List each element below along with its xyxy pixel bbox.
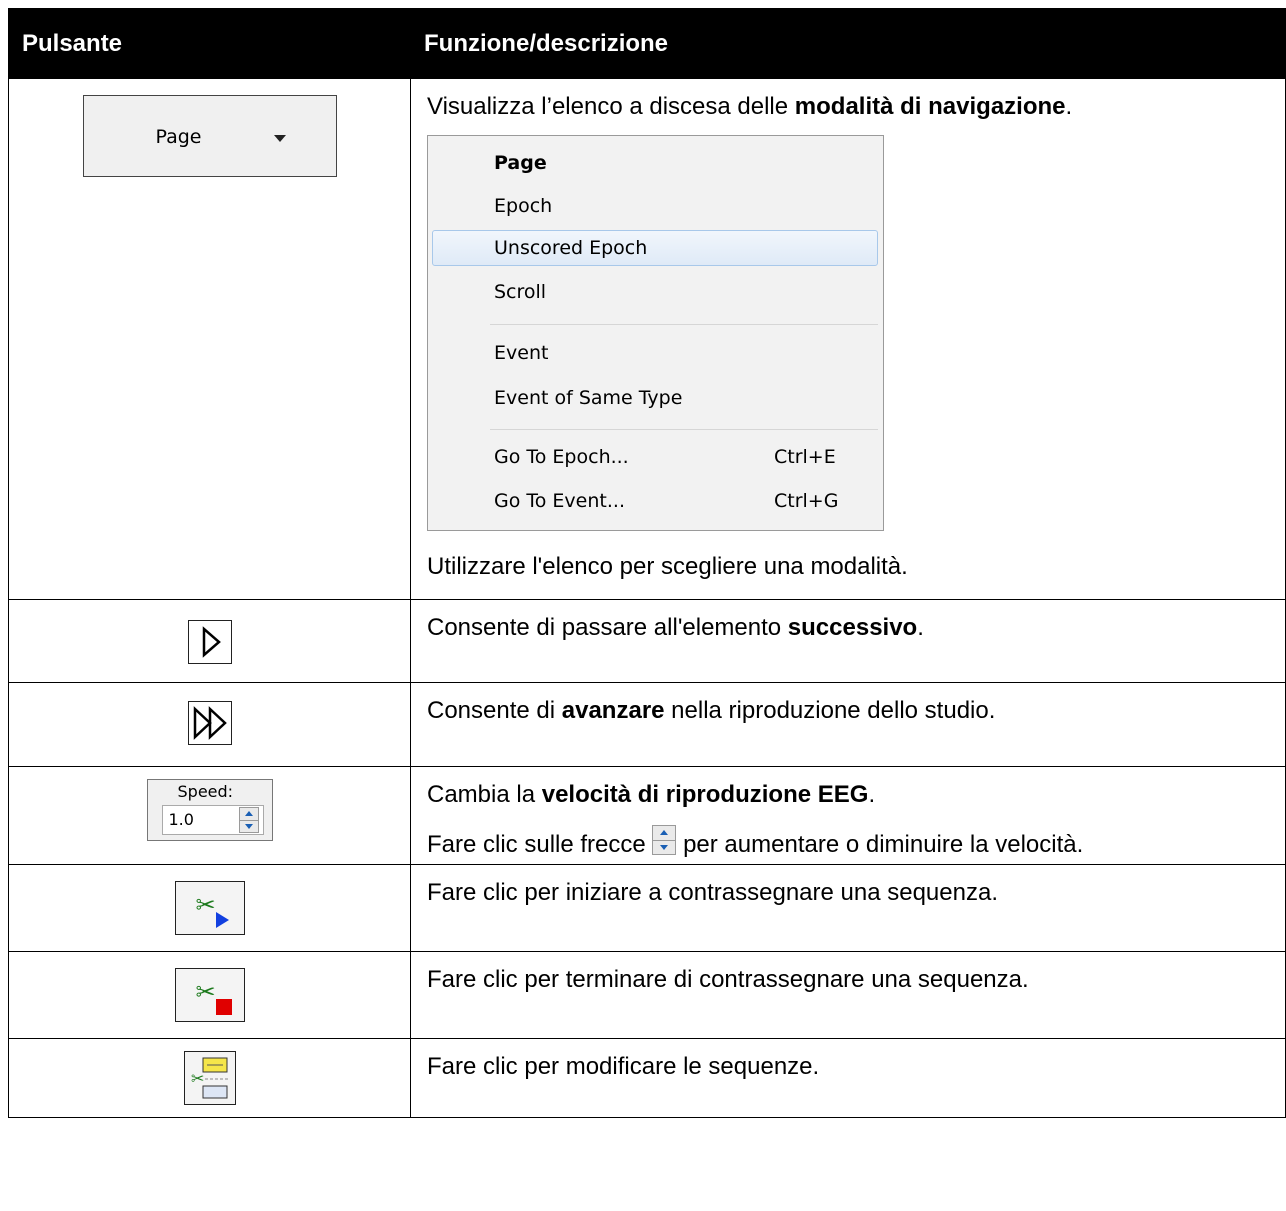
description-cell: Cambia la velocità di riproduzione EEG. … [410, 766, 1286, 865]
menu-item-event[interactable]: Event [494, 335, 548, 371]
edit-sequences-icon: ✂ [191, 1057, 229, 1099]
speed-control: Speed: 1.0 [146, 779, 273, 841]
description-note: Utilizzare l'elenco per scegliere una mo… [427, 553, 908, 580]
description-cell: Fare clic per terminare di contrassegnar… [410, 951, 1286, 1039]
menu-item-scroll[interactable]: Scroll [494, 274, 546, 310]
button-cell [8, 682, 411, 767]
spinner-arrows-icon [652, 825, 677, 855]
table-row: Speed: 1.0 Cambia la velocità di riprodu… [8, 766, 1286, 865]
navigation-mode-dropdown[interactable]: Page [82, 95, 337, 177]
shortcut-go-to-event: Ctrl+G [774, 490, 839, 512]
button-reference-table: Pulsante Funzione/descrizione Page Visua… [8, 8, 1286, 1118]
header-function-column: Funzione/descrizione [410, 8, 1286, 79]
button-cell [8, 599, 411, 683]
table-row: ✂ Fare clic per iniziare a contrassegnar… [8, 864, 1286, 952]
menu-separator [490, 324, 878, 325]
start-sequence-button[interactable]: ✂ [174, 881, 245, 935]
navigation-mode-menu: Page Epoch Unscored Epoch Scroll Event E… [427, 135, 884, 531]
button-cell: ✂ [8, 951, 411, 1039]
speed-label: Speed: [177, 782, 234, 801]
fast-forward-icon [193, 706, 227, 740]
description-cell: Consente di passare all'elemento success… [410, 599, 1286, 683]
description-cell: Fare clic per iniziare a contrassegnare … [410, 864, 1286, 952]
menu-item-go-to-epoch[interactable]: Go To Epoch... [494, 439, 629, 475]
play-next-icon [202, 626, 221, 658]
description-cell: Consente di avanzare nella riproduzione … [410, 682, 1286, 767]
dropdown-arrow-icon [273, 135, 286, 142]
stop-marker-icon [215, 999, 232, 1015]
stop-sequence-button[interactable]: ✂ [174, 968, 245, 1022]
navigation-mode-label: Page [155, 126, 202, 148]
table-row: Page Visualizza l’elenco a discesa delle… [8, 78, 1286, 600]
shortcut-go-to-epoch: Ctrl+E [774, 446, 836, 468]
menu-item-epoch[interactable]: Epoch [494, 188, 552, 224]
svg-text:✂: ✂ [191, 1069, 204, 1088]
table-row: Consente di avanzare nella riproduzione … [8, 682, 1286, 767]
edit-sequences-button[interactable]: ✂ [183, 1051, 236, 1105]
description-cell: Fare clic per modificare le sequenze. [410, 1038, 1286, 1118]
table-row: Consente di passare all'elemento success… [8, 599, 1286, 683]
table-row: ✂ Fare clic per terminare di contrassegn… [8, 951, 1286, 1039]
scissors-start-icon: ✂ [195, 892, 216, 919]
play-marker-icon [215, 912, 229, 928]
menu-separator [490, 429, 878, 430]
description-text: Cambia la velocità di riproduzione EEG. [427, 781, 876, 808]
button-cell: Speed: 1.0 [8, 766, 411, 865]
button-cell: ✂ [8, 1038, 411, 1118]
menu-item-event-same-type[interactable]: Event of Same Type [494, 380, 682, 416]
fast-forward-button[interactable] [187, 701, 232, 745]
description-note: Fare clic sulle frecce per aumentare o d… [427, 825, 1285, 861]
header-button-column: Pulsante [8, 8, 411, 79]
scissors-stop-icon: ✂ [195, 979, 216, 1006]
table-row: ✂ Fare clic per modificare le sequenze. [8, 1038, 1286, 1118]
button-cell: Page [8, 78, 411, 600]
menu-item-unscored-epoch[interactable]: Unscored Epoch [494, 230, 647, 266]
button-cell: ✂ [8, 864, 411, 952]
spinner-arrows-icon[interactable] [238, 807, 259, 833]
description-text: Visualizza l’elenco a discesa delle moda… [427, 93, 1073, 120]
next-button[interactable] [187, 620, 232, 664]
description-cell: Visualizza l’elenco a discesa delle moda… [410, 78, 1286, 600]
speed-input[interactable]: 1.0 [161, 805, 264, 835]
menu-item-page[interactable]: Page [494, 145, 547, 181]
speed-value: 1.0 [168, 810, 194, 829]
menu-item-go-to-event[interactable]: Go To Event... [494, 483, 625, 519]
